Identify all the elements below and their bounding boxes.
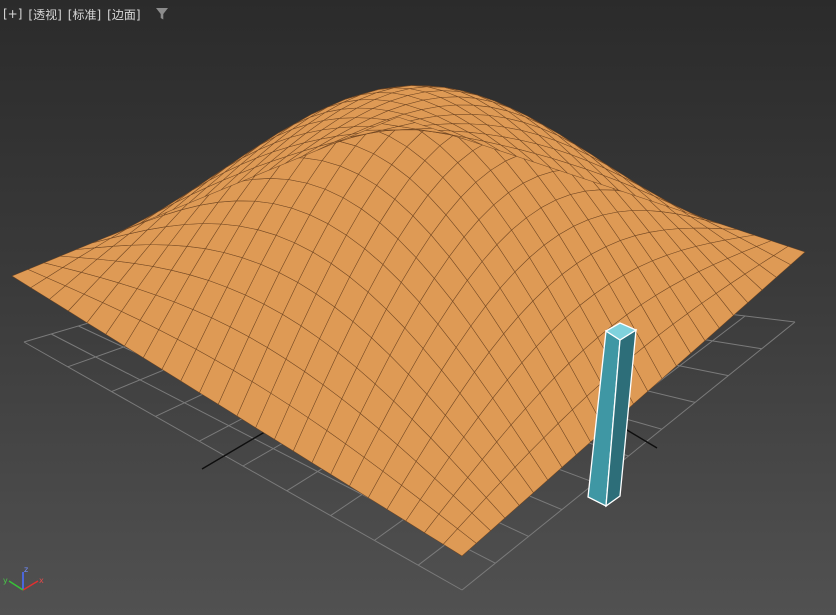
viewport-perspective[interactable]: [+] [透视] [标准] [边面] z x y — [0, 0, 836, 615]
viewport-menu-label[interactable]: [+] — [3, 7, 22, 21]
axis-z-label: z — [24, 565, 28, 574]
axis-gizmo: z x y — [3, 565, 44, 591]
viewport-shading-label[interactable]: [标准] — [68, 6, 101, 23]
viewport-label-bar: [+] [透视] [标准] [边面] — [3, 5, 169, 23]
scene-canvas[interactable] — [0, 0, 836, 615]
bent-plane-surface[interactable] — [11, 85, 806, 557]
viewport-view-label[interactable]: [透视] — [28, 6, 61, 23]
filter-icon[interactable] — [155, 7, 169, 21]
axis-y-label: y — [3, 576, 8, 585]
viewport-style-label[interactable]: [边面] — [107, 6, 140, 23]
axis-x-label: x — [39, 576, 44, 585]
